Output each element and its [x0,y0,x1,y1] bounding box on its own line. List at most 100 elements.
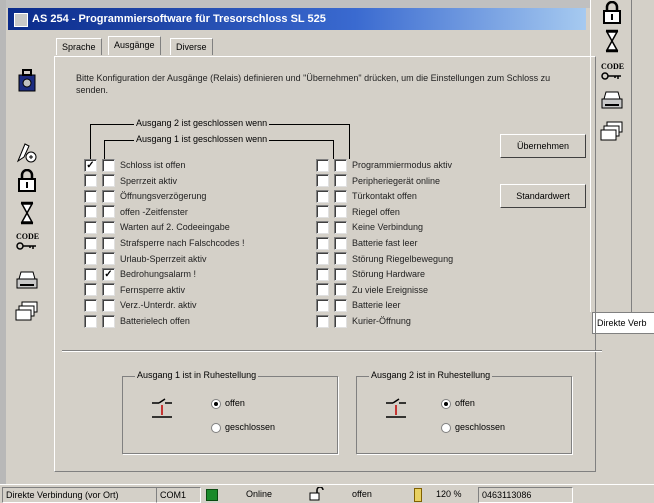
apply-button[interactable]: Übernehmen [500,134,586,158]
checkbox-ausgang1[interactable] [334,236,347,250]
printer-icon[interactable] [599,88,625,114]
option-row: Batterie fast leer [316,236,418,250]
option-label: Warten auf 2. Codeeingabe [120,222,230,233]
checkbox-ausgang1[interactable]: ✓ [102,267,115,281]
checkbox-ausgang2[interactable] [84,189,97,203]
battery-icon [414,488,422,502]
checkbox-ausgang1[interactable] [102,283,115,297]
option-label: Batterie leer [352,300,401,311]
code-key-icon[interactable]: CODE [14,228,40,254]
checkbox-ausgang1[interactable] [334,298,347,312]
checkbox-ausgang2[interactable] [84,205,97,219]
radio-geschlossen-1[interactable] [211,423,221,433]
checkbox-ausgang1[interactable] [334,314,347,328]
checkbox-ausgang2[interactable] [84,298,97,312]
radio-label-geschlossen-2: geschlossen [455,422,506,432]
option-label: Programmiermodus aktiv [352,160,453,170]
option-label: Störung Hardware [352,269,426,280]
checkbox-ausgang2[interactable] [316,158,329,172]
code-key-icon[interactable]: CODE [599,58,625,84]
padlock-icon[interactable] [14,168,40,194]
stack-icon[interactable] [599,118,625,144]
option-row: Störung Riegelbewegung [316,252,453,266]
checkbox-ausgang2[interactable] [316,236,329,250]
checkbox-ausgang1[interactable] [102,205,115,219]
stack-icon[interactable] [14,298,40,324]
radio-label-offen-2: offen [455,398,475,408]
option-label: Sperrzeit aktiv [120,175,178,186]
checkbox-ausgang1[interactable] [102,189,115,203]
checkbox-ausgang1[interactable] [102,220,115,234]
option-label: Batterie fast leer [352,238,418,248]
option-label: Batterielech offen [120,316,190,326]
checkbox-ausgang1[interactable] [102,158,115,172]
app-icon [14,13,28,27]
option-row: offen -Zeitfenster [84,205,188,219]
separator [62,350,602,352]
option-label: Fernsperre aktiv [120,284,186,295]
checkbox-ausgang2[interactable] [316,189,329,203]
checkbox-ausgang2[interactable] [84,252,97,266]
checkbox-ausgang2[interactable] [316,314,329,328]
checkbox-ausgang1[interactable] [102,314,115,328]
lock-safe-icon[interactable] [14,68,40,94]
checkbox-ausgang2[interactable] [84,283,97,297]
checkbox-ausgang2[interactable] [84,314,97,328]
checkbox-ausgang2[interactable] [84,174,97,188]
checkbox-ausgang2[interactable] [316,267,329,281]
group-ausgang2-ruhestellung: Ausgang 2 ist in Ruhestellung offen gesc… [356,370,572,454]
option-label: Öffnungsverzögerung [120,191,207,202]
checkbox-ausgang1[interactable] [334,283,347,297]
option-label: Peripheriegerät online [352,175,441,186]
checkbox-ausgang1[interactable] [102,252,115,266]
checkbox-ausgang2[interactable] [316,283,329,297]
checkbox-ausgang1[interactable] [102,298,115,312]
radio-offen-1[interactable] [211,399,221,409]
option-row: Warten auf 2. Codeeingabe [84,220,230,234]
padlock-icon[interactable] [599,0,625,26]
radio-label-geschlossen-1: geschlossen [225,422,276,432]
tab-diverse[interactable]: Diverse [170,38,213,55]
key-person-icon[interactable] [14,140,40,166]
checkbox-ausgang1[interactable] [334,267,347,281]
side-popup: Direkte Verb [592,312,654,334]
option-row: Peripheriegerät online [316,174,440,188]
status-state: Online [246,489,273,499]
checkbox-ausgang1[interactable] [334,158,347,172]
checkbox-ausgang2[interactable] [316,220,329,234]
hourglass-icon[interactable] [599,28,625,54]
checkbox-ausgang2[interactable] [84,220,97,234]
checkbox-ausgang2[interactable] [316,298,329,312]
checkbox-ausgang2[interactable] [316,252,329,266]
checkbox-ausgang1[interactable] [334,205,347,219]
title-bar[interactable]: AS 254 - Programmiersoftware für Tresors… [8,8,586,30]
hourglass-icon[interactable] [14,200,40,226]
checkbox-ausgang2[interactable] [316,174,329,188]
option-row: Riegel offen [316,205,400,219]
option-row: Keine Verbindung [316,220,423,234]
option-label: Zu viele Ereignisse [352,284,429,295]
svg-text:CODE: CODE [601,62,624,71]
tab-sprache[interactable]: Sprache [56,38,102,55]
online-led-icon [206,489,218,501]
checkbox-ausgang1[interactable] [334,220,347,234]
radio-offen-2[interactable] [441,399,451,409]
checkbox-ausgang2[interactable] [316,205,329,219]
option-label: Bedrohungsalarm ! [120,269,197,280]
radio-geschlossen-2[interactable] [441,423,451,433]
group-title: Ausgang 1 ist in Ruhestellung [135,370,259,380]
option-label: Schloss ist offen [120,160,186,170]
status-battery: 120 % [436,489,462,499]
checkbox-ausgang2[interactable] [84,267,97,281]
checkbox-ausgang1[interactable] [334,189,347,203]
checkbox-ausgang1[interactable] [102,236,115,250]
default-button[interactable]: Standardwert [500,184,586,208]
checkbox-ausgang1[interactable] [334,174,347,188]
checkbox-ausgang2[interactable] [84,236,97,250]
printer-icon[interactable] [14,268,40,294]
checkbox-ausgang1[interactable] [334,252,347,266]
checkbox-ausgang1[interactable] [102,174,115,188]
tab-ausgaenge[interactable]: Ausgänge [108,36,161,55]
checkbox-ausgang2[interactable]: ✓ [84,158,97,172]
option-row: Batterielech offen [84,314,190,328]
